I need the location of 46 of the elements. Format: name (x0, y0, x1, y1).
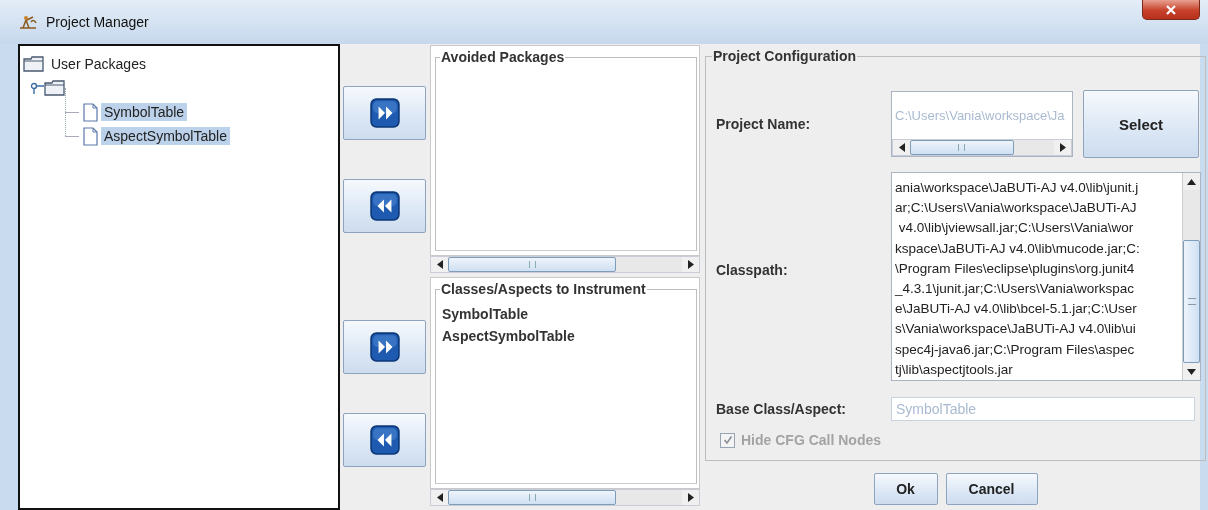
fast-forward-icon (369, 332, 400, 362)
group-title: Classes/Aspects to Instrument (440, 281, 647, 297)
field-label: Project Name: (716, 116, 812, 132)
select-button[interactable]: Select (1083, 90, 1199, 158)
app-icon (18, 14, 38, 30)
down-arrow-icon[interactable] (1187, 368, 1196, 375)
group-title: Project Configuration (712, 48, 858, 64)
classpath-text: ania\workspace\JaBUTi-AJ v4.0\lib\junit.j ar;C:\Users\Vania\workspace\JaBUTi-AJ v4.0\lib\jviewsall.jar;C:\Users\Vania\wor kspace\JaBUTi-AJ v4.0\lib\mucode.jar;C: \Program Files\eclipse\plugins\org.junit4 _4.3.1\junit.jar;C:\Users\Vania\workspac e\JaBUTi-AJ v4.0\lib\bcel-5.1.jar;C:\User s\Vania\workspace\JaBUTi-AJ v4.0\lib\ui spec4j-java6.jar;C:\Program Files\aspec tj\lib\aspectjtools.jar (893, 179, 1141, 379)
close-button[interactable] (1142, 0, 1200, 20)
vertical-scrollbar[interactable] (1182, 173, 1200, 380)
left-arrow-icon[interactable] (436, 493, 443, 502)
left-arrow-icon[interactable] (898, 143, 905, 152)
check-icon (722, 435, 733, 445)
folder-icon (44, 80, 65, 96)
window-title: Project Manager (46, 14, 149, 30)
dialog-button[interactable]: Ok (873, 473, 938, 505)
move-right-button[interactable] (343, 320, 426, 374)
close-icon (1165, 4, 1177, 15)
horizontal-scrollbar[interactable] (430, 489, 700, 506)
field-label: Base Class/Aspect: (716, 401, 847, 417)
file-icon (83, 126, 98, 146)
move-left-button[interactable] (343, 413, 426, 467)
up-arrow-icon[interactable] (1187, 178, 1196, 185)
rewind-icon (369, 191, 400, 221)
file-icon (83, 102, 98, 122)
right-arrow-icon[interactable] (687, 260, 694, 269)
tree-item-label[interactable]: SymbolTable (101, 103, 188, 121)
fast-forward-icon (369, 98, 400, 128)
list-item[interactable]: SymbolTable (442, 303, 690, 325)
text-area[interactable] (891, 172, 1201, 381)
move-right-button[interactable] (343, 86, 426, 140)
dialog-button[interactable]: Cancel (945, 473, 1038, 505)
checkbox-label: Hide CFG Call Nodes (741, 432, 882, 448)
left-arrow-icon[interactable] (436, 260, 443, 269)
horizontal-scrollbar[interactable] (430, 256, 700, 273)
folder-icon (23, 56, 44, 72)
group-title: Avoided Packages (440, 49, 566, 65)
list-item[interactable]: AspectSymbolTable (442, 325, 690, 347)
rewind-icon (369, 425, 400, 455)
tree-item-label[interactable]: User Packages (48, 55, 149, 73)
right-arrow-icon[interactable] (1059, 143, 1066, 152)
tree-item-label[interactable]: AspectSymbolTable (101, 127, 230, 145)
expand-handle-icon[interactable] (30, 82, 44, 94)
move-left-button[interactable] (343, 179, 426, 233)
field-label: Classpath: (716, 261, 789, 278)
right-arrow-icon[interactable] (687, 493, 694, 502)
